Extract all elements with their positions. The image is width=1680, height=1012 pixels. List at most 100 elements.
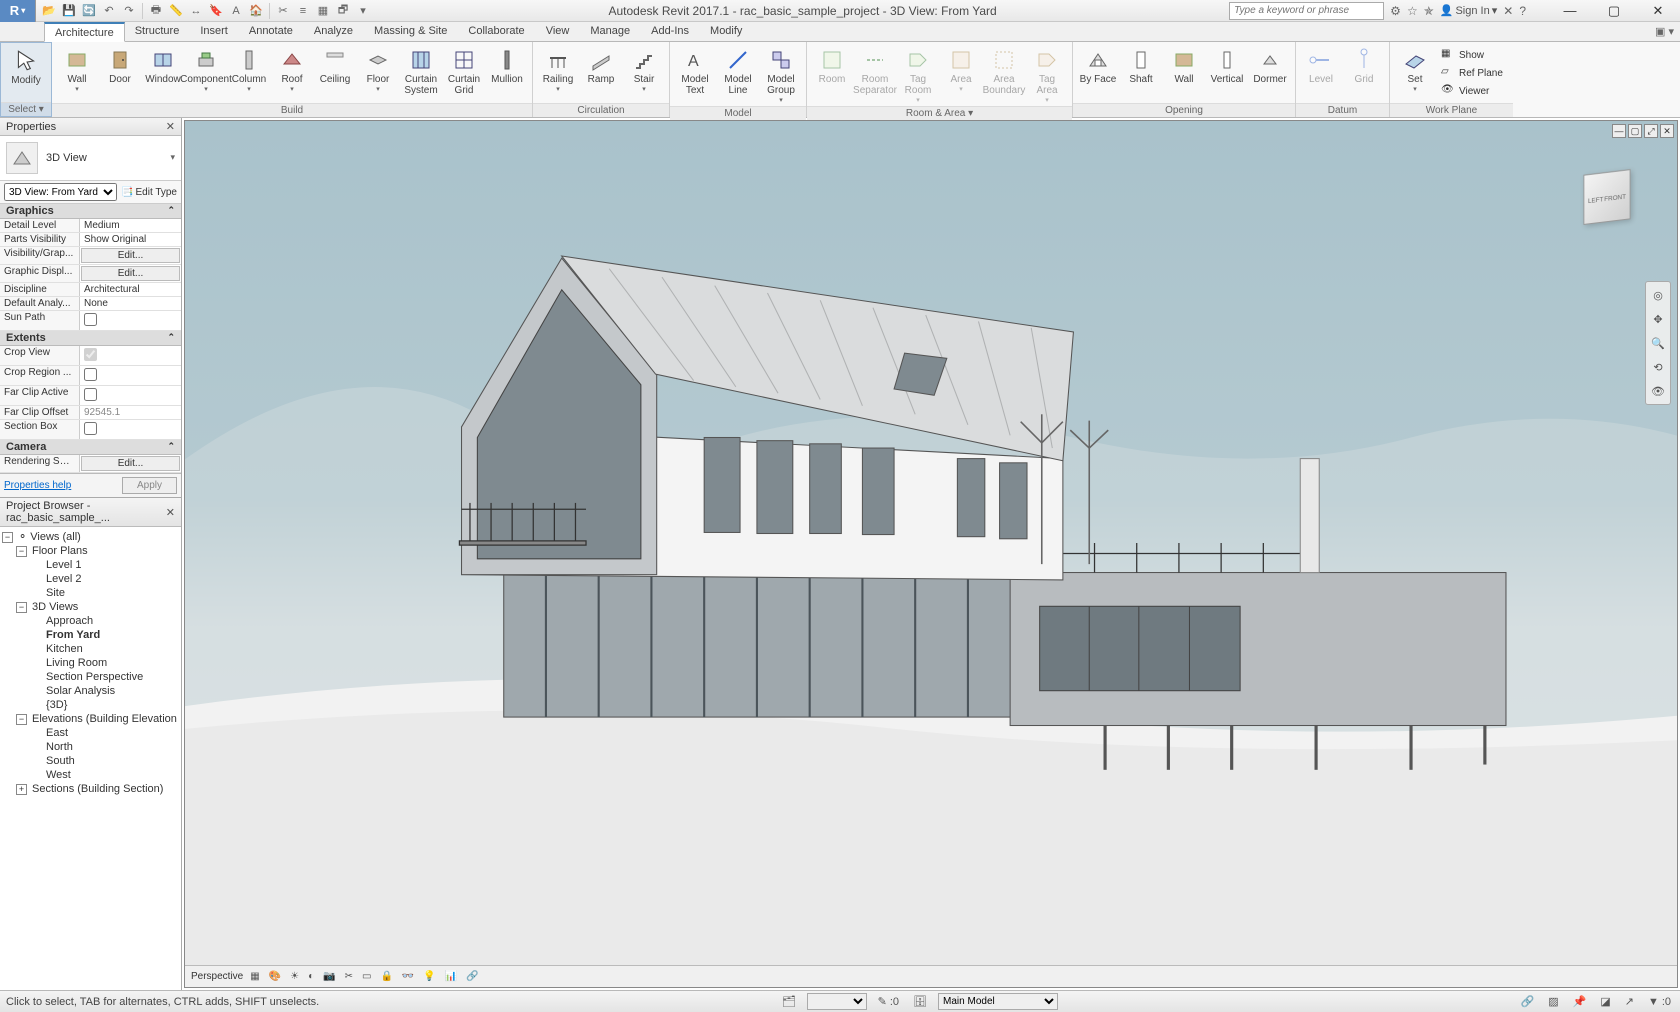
checkbox-section-box[interactable] (84, 422, 97, 435)
stair-button[interactable]: Stair (623, 44, 665, 95)
crop-icon[interactable]: ✂ (343, 971, 355, 982)
tag-icon[interactable]: 🔖 (207, 2, 225, 20)
lookaround-icon[interactable]: 👁 (1649, 382, 1667, 400)
edit-type-button[interactable]: 📑 Edit Type (121, 187, 177, 198)
select-pinned-icon[interactable]: 📌 (1570, 995, 1590, 1008)
tree-3d-views[interactable]: −3D Views (2, 600, 179, 614)
checkbox-sun-path[interactable] (84, 313, 97, 326)
project-browser-tree[interactable]: −⚬ Views (all)−Floor PlansLevel 1Level 2… (0, 527, 181, 990)
tab-view[interactable]: View (536, 22, 581, 41)
tree-west[interactable]: West (2, 768, 179, 782)
tree-level-2[interactable]: Level 2 (2, 572, 179, 586)
modify-button[interactable]: Modify (5, 45, 47, 88)
tab-annotate[interactable]: Annotate (239, 22, 304, 41)
open-icon[interactable]: 📂 (40, 2, 58, 20)
viewport-3d[interactable]: — ▢ ⤢ ✕ LEFT FRONT ◎ ✥ 🔍 ⟲ 👁 Perspective… (184, 120, 1678, 988)
section-graphics[interactable]: Graphics⌃ (0, 204, 181, 219)
apply-button[interactable]: Apply (122, 477, 177, 494)
ramp-button[interactable]: Ramp (580, 44, 622, 87)
pan-icon[interactable]: ✥ (1649, 310, 1667, 328)
default3d-icon[interactable]: 🏠 (247, 2, 265, 20)
steering-wheel-icon[interactable]: ◎ (1649, 286, 1667, 304)
tab-architecture[interactable]: Architecture (44, 22, 125, 42)
editable-only-icon[interactable]: ✎ :0 (875, 995, 902, 1008)
dimension-icon[interactable]: ↔ (187, 2, 205, 20)
thinlines-icon[interactable]: ≡ (294, 2, 312, 20)
tree-section-perspective[interactable]: Section Perspective (2, 670, 179, 684)
tree-level-1[interactable]: Level 1 (2, 558, 179, 572)
design-options-select[interactable] (807, 993, 867, 1010)
drag-elements-icon[interactable]: ↗ (1622, 995, 1637, 1008)
tab-manage[interactable]: Manage (580, 22, 641, 41)
viewcube[interactable]: LEFT FRONT (1567, 171, 1647, 251)
dormer-button[interactable]: Dormer (1249, 44, 1291, 87)
component-button[interactable]: Component (185, 44, 227, 95)
show-workplane-button[interactable]: ▦Show (1439, 46, 1507, 64)
door-button[interactable]: Door (99, 44, 141, 87)
sun-path-icon[interactable]: ☀ (288, 971, 301, 982)
analytic-icon[interactable]: 📊 (443, 971, 459, 982)
view-close-icon[interactable]: ✕ (1660, 124, 1674, 138)
tree-floor-plans[interactable]: −Floor Plans (2, 544, 179, 558)
view-minimize-icon[interactable]: — (1612, 124, 1626, 138)
by-face-button[interactable]: By Face (1077, 44, 1119, 87)
detail-level-icon[interactable]: ▦ (248, 971, 261, 982)
view-maximize-icon[interactable]: ⤢ (1644, 124, 1658, 138)
exchange-icon[interactable]: ✕ (1503, 4, 1513, 18)
rendering-icon[interactable]: 📷 (321, 971, 337, 982)
roof-button[interactable]: Roof (271, 44, 313, 95)
crop-region-icon[interactable]: ▭ (360, 971, 373, 982)
tab-analyze[interactable]: Analyze (304, 22, 364, 41)
tree-site[interactable]: Site (2, 586, 179, 600)
filter-icon[interactable]: ▼ :0 (1645, 996, 1674, 1008)
help-icon[interactable]: ? (1519, 4, 1526, 18)
close-button[interactable]: ✕ (1636, 0, 1680, 22)
instance-selector[interactable]: 3D View: From Yard (4, 183, 117, 201)
measure-icon[interactable]: 📏 (167, 2, 185, 20)
visual-style-icon[interactable]: 🎨 (267, 971, 283, 982)
redo-icon[interactable]: ↷ (120, 2, 138, 20)
tab-massing-site[interactable]: Massing & Site (364, 22, 458, 41)
floor-button[interactable]: Floor (357, 44, 399, 95)
sync-icon[interactable]: 🔄 (80, 2, 98, 20)
wall-button[interactable]: Wall (1163, 44, 1205, 87)
wall-button[interactable]: Wall (56, 44, 98, 95)
viewer-button[interactable]: 👁Viewer (1439, 82, 1507, 100)
tree-solar-analysis[interactable]: Solar Analysis (2, 684, 179, 698)
tree-sections-building-section-[interactable]: +Sections (Building Section) (2, 782, 179, 796)
switch-windows-icon[interactable]: 🗗 (334, 2, 352, 20)
view-restore-icon[interactable]: ▢ (1628, 124, 1642, 138)
temp-hide-icon[interactable]: 👓 (400, 971, 416, 982)
window-button[interactable]: Window (142, 44, 184, 87)
properties-help-link[interactable]: Properties help (4, 480, 122, 491)
text-icon[interactable]: A (227, 2, 245, 20)
subscription-icon[interactable]: ⚙ (1390, 4, 1401, 18)
print-icon[interactable]: 🖶 (147, 2, 165, 20)
tree-approach[interactable]: Approach (2, 614, 179, 628)
tree-living-room[interactable]: Living Room (2, 656, 179, 670)
mullion-button[interactable]: Mullion (486, 44, 528, 87)
tab-modify[interactable]: Modify (700, 22, 753, 41)
zoom-icon[interactable]: 🔍 (1649, 334, 1667, 352)
tree-elevations-building-elevation[interactable]: −Elevations (Building Elevation (2, 712, 179, 726)
tree--views-all-[interactable]: −⚬ Views (all) (2, 529, 179, 544)
reveal-icon[interactable]: 💡 (421, 971, 437, 982)
save-icon[interactable]: 💾 (60, 2, 78, 20)
ribbon-display-icon[interactable]: ▣ ▾ (1649, 22, 1680, 41)
select-panel-label[interactable]: Select ▾ (1, 102, 51, 116)
set-workplane-button[interactable]: Set (1394, 44, 1436, 95)
lock-icon[interactable]: 🔒 (378, 971, 394, 982)
select-underlay-icon[interactable]: ▨ (1545, 995, 1561, 1008)
curtain-grid-button[interactable]: Curtain Grid (443, 44, 485, 98)
select-face-icon[interactable]: ◪ (1597, 995, 1613, 1008)
section-icon[interactable]: ✂ (274, 2, 292, 20)
minimize-button[interactable]: — (1548, 0, 1592, 22)
select-links-icon[interactable]: 🔗 (1518, 995, 1538, 1008)
tab-add-ins[interactable]: Add-Ins (641, 22, 700, 41)
tab-insert[interactable]: Insert (190, 22, 239, 41)
vertical-button[interactable]: Vertical (1206, 44, 1248, 87)
communicate-icon[interactable]: ☆ (1407, 4, 1418, 18)
customize-qat-icon[interactable]: ▾ (354, 2, 372, 20)
tab-structure[interactable]: Structure (125, 22, 191, 41)
undo-icon[interactable]: ↶ (100, 2, 118, 20)
